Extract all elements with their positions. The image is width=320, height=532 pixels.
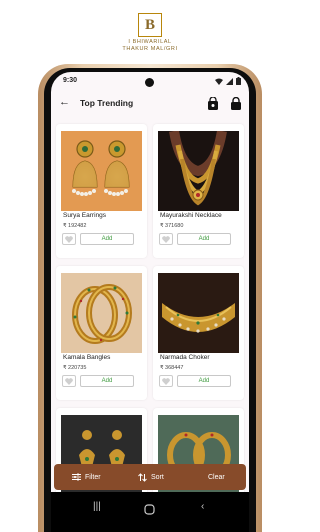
product-image-choker xyxy=(158,273,239,353)
front-camera xyxy=(145,78,154,87)
heart-icon[interactable] xyxy=(62,375,76,387)
add-button[interactable]: Add xyxy=(177,375,231,387)
heart-icon[interactable] xyxy=(159,233,173,245)
product-card[interactable]: Surya Earrings ₹ 192482 Add xyxy=(56,124,147,258)
back-arrow-icon[interactable]: ← xyxy=(59,97,70,108)
product-price: ₹ 220735 xyxy=(63,365,87,371)
lock-bag-icon[interactable] xyxy=(230,97,242,111)
status-icons xyxy=(215,77,241,85)
product-name: Narmada Choker xyxy=(160,354,210,361)
add-button[interactable]: Add xyxy=(177,233,231,245)
filter-button[interactable]: Filter xyxy=(72,464,101,490)
status-time: 9:30 xyxy=(63,77,78,84)
product-price: ₹ 192482 xyxy=(63,223,87,229)
add-button[interactable]: Add xyxy=(80,233,134,245)
wifi-icon xyxy=(215,78,223,85)
product-card[interactable]: Mayurakshi Necklace ₹ 371680 Add xyxy=(153,124,244,258)
sort-button[interactable]: Sort xyxy=(138,464,164,490)
filter-label: Filter xyxy=(85,473,101,481)
product-card[interactable]: Kamala Bangles ₹ 220735 Add xyxy=(56,266,147,400)
app-screen: 9:30 ← Top Trending Surya Earrings ₹ 192… xyxy=(51,72,249,532)
home-icon[interactable] xyxy=(144,504,155,515)
add-button[interactable]: Add xyxy=(80,375,134,387)
product-name: Mayurakshi Necklace xyxy=(160,212,222,219)
brand-header: B I BHIWARILAL THAKUR MAL/GRI xyxy=(0,0,300,62)
heart-icon[interactable] xyxy=(62,233,76,245)
system-nav-bar: ||| ‹ xyxy=(51,492,249,532)
product-image-earrings xyxy=(61,131,142,211)
heart-icon[interactable] xyxy=(159,375,173,387)
filter-sort-bar: Filter Sort Clear xyxy=(54,464,246,490)
brand-logo-letter: B xyxy=(144,16,155,33)
brand-logo: B xyxy=(138,13,162,37)
signal-icon xyxy=(226,77,233,85)
bag-icon[interactable] xyxy=(207,97,219,111)
product-image-bangles xyxy=(61,273,142,353)
app-bar: ← Top Trending xyxy=(51,94,249,116)
brand-name: I BHIWARILAL THAKUR MAL/GRI xyxy=(0,39,300,53)
recents-icon[interactable]: ||| xyxy=(93,502,101,512)
product-price: ₹ 368447 xyxy=(160,365,184,371)
product-price: ₹ 371680 xyxy=(160,223,184,229)
page-title: Top Trending xyxy=(80,98,134,108)
sort-label: Sort xyxy=(151,473,164,481)
brand-name-line2: THAKUR MAL/GRI xyxy=(122,45,178,52)
clear-button[interactable]: Clear xyxy=(208,464,225,490)
product-name: Kamala Bangles xyxy=(63,354,111,361)
sort-icon xyxy=(138,472,147,482)
back-nav-icon[interactable]: ‹ xyxy=(201,502,204,512)
status-bar: 9:30 xyxy=(51,72,249,92)
battery-icon xyxy=(236,77,241,85)
filter-icon xyxy=(72,473,81,481)
product-image-necklace xyxy=(158,131,239,211)
product-card[interactable]: Narmada Choker ₹ 368447 Add xyxy=(153,266,244,400)
product-name: Surya Earrings xyxy=(63,212,106,219)
clear-label: Clear xyxy=(208,473,225,481)
brand-name-line1: I BHIWARILAL xyxy=(128,39,172,45)
